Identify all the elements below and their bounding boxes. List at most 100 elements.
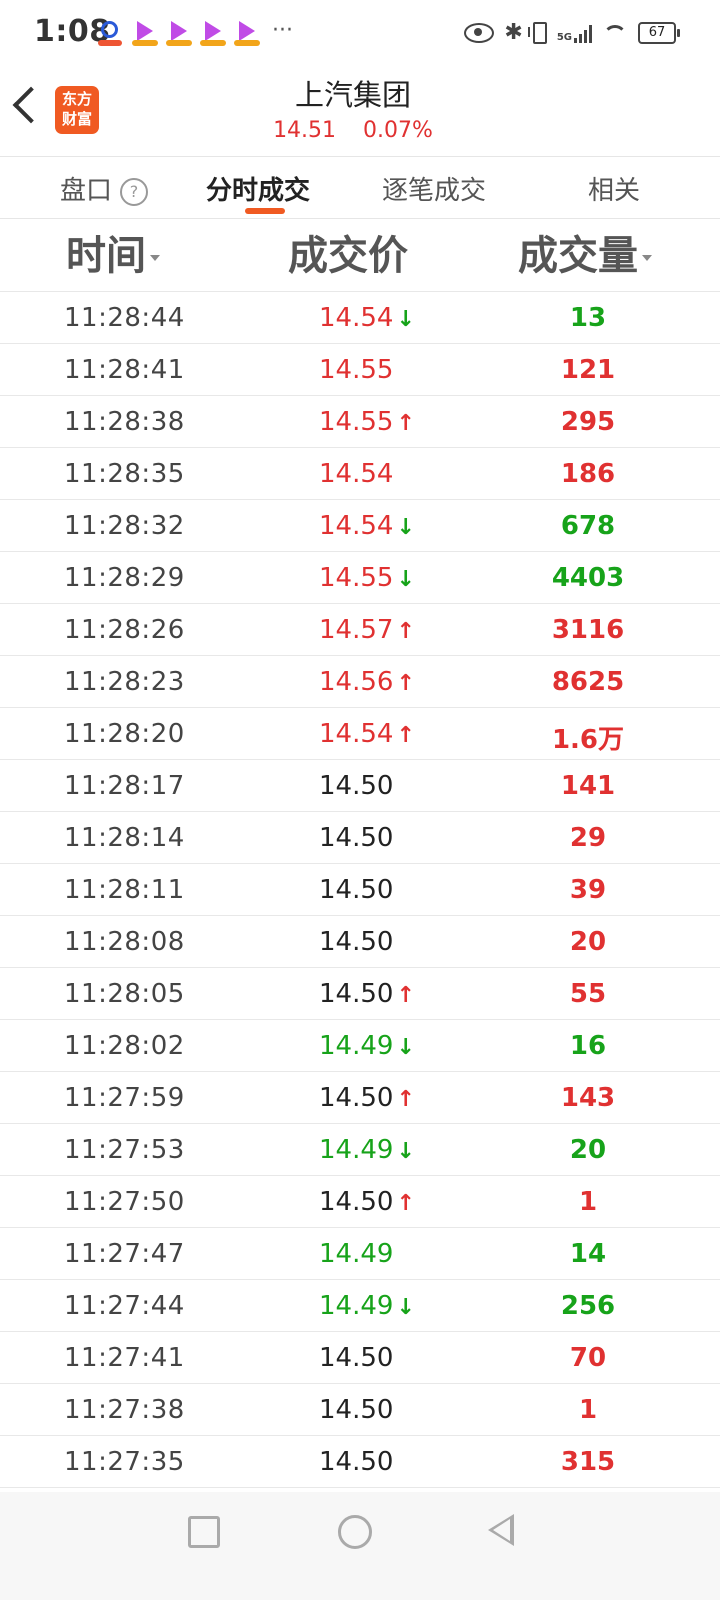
vibrate-icon bbox=[527, 21, 547, 44]
trade-time: 11:27:38 bbox=[64, 1395, 185, 1425]
system-icons: ✱ 5G 67 bbox=[464, 20, 680, 45]
bluetooth-icon: ✱ bbox=[504, 20, 523, 45]
table-row[interactable]: 11:28:23 14.56 ↑ 8625 bbox=[0, 656, 720, 708]
table-row[interactable]: 11:28:02 14.49 ↓ 16 bbox=[0, 1020, 720, 1072]
recent-apps-icon[interactable] bbox=[188, 1516, 220, 1548]
trade-price-cell: 14.50 bbox=[319, 1343, 439, 1373]
trade-time: 11:28:02 bbox=[64, 1031, 185, 1061]
trade-volume: 141 bbox=[560, 771, 616, 801]
trades-list[interactable]: 11:28:4714.5434211:28:4414.54↓1311:28:41… bbox=[0, 265, 720, 1492]
status-bar: 1:08 ··· ✱ 5G 67 bbox=[0, 0, 720, 66]
table-row[interactable]: 11:28:20 14.54 ↑ 1.6万 bbox=[0, 708, 720, 760]
trade-price: 14.50 bbox=[319, 875, 394, 905]
trade-price-cell: 14.50 bbox=[319, 823, 439, 853]
arrow-up-icon: ↑ bbox=[396, 723, 415, 748]
table-row[interactable]: 11:27:50 14.50 ↑ 1 bbox=[0, 1176, 720, 1228]
trade-time: 11:27:50 bbox=[64, 1187, 185, 1217]
table-row[interactable]: 11:28:38 14.55 ↑ 295 bbox=[0, 396, 720, 448]
trade-price: 14.57 bbox=[319, 615, 394, 645]
video-app-icon bbox=[200, 20, 226, 46]
more-notifications-icon: ··· bbox=[272, 17, 293, 43]
table-row[interactable]: 11:27:38 14.50 1 bbox=[0, 1384, 720, 1436]
trade-time: 11:28:20 bbox=[64, 719, 185, 749]
trade-volume: 1.6万 bbox=[551, 725, 625, 755]
home-icon[interactable] bbox=[338, 1515, 372, 1549]
trade-volume: 1 bbox=[578, 1187, 598, 1217]
tab-time-trades[interactable]: 分时成交 bbox=[206, 170, 310, 207]
trade-time: 11:28:17 bbox=[64, 771, 185, 801]
trade-time: 11:28:08 bbox=[64, 927, 185, 957]
trade-time: 11:28:38 bbox=[64, 407, 185, 437]
column-header-time-label: 时间 bbox=[66, 233, 146, 279]
table-row[interactable]: 11:27:59 14.50 ↑ 143 bbox=[0, 1072, 720, 1124]
help-icon[interactable]: ? bbox=[120, 177, 149, 206]
trade-volume: 16 bbox=[569, 1031, 607, 1061]
table-row[interactable]: 11:28:32 14.54 ↓ 678 bbox=[0, 500, 720, 552]
trade-volume: 3116 bbox=[551, 615, 625, 645]
trade-time: 11:28:41 bbox=[64, 355, 185, 385]
video-app-icon bbox=[166, 20, 192, 46]
table-row[interactable]: 11:28:44 14.54 ↓ 13 bbox=[0, 292, 720, 344]
tab-tick-trades[interactable]: 逐笔成交 bbox=[382, 170, 486, 207]
trade-volume: 256 bbox=[560, 1291, 616, 1321]
trade-price: 14.55 bbox=[319, 563, 394, 593]
table-row[interactable]: 11:27:53 14.49 ↓ 20 bbox=[0, 1124, 720, 1176]
table-row[interactable]: 11:28:17 14.50 141 bbox=[0, 760, 720, 812]
trade-volume: 29 bbox=[569, 823, 607, 853]
trade-time: 11:28:29 bbox=[64, 563, 185, 593]
table-row[interactable]: 11:27:47 14.49 14 bbox=[0, 1228, 720, 1280]
table-row[interactable]: 11:27:35 14.50 315 bbox=[0, 1436, 720, 1488]
active-tab-indicator bbox=[245, 208, 285, 214]
table-row[interactable]: 11:27:44 14.49 ↓ 256 bbox=[0, 1280, 720, 1332]
tab-order-book[interactable]: 盘口? bbox=[60, 170, 149, 207]
trade-volume: 13 bbox=[569, 303, 607, 333]
stock-header: 东方 财富 上汽集团 14.51 0.07% bbox=[0, 66, 720, 157]
column-headers: 时间 成交价 成交量 bbox=[0, 219, 720, 285]
eye-icon bbox=[464, 22, 495, 43]
trade-price-cell: 14.49 bbox=[319, 1239, 439, 1269]
system-nav-bar bbox=[0, 1492, 720, 1600]
table-row[interactable]: 11:27:41 14.50 70 bbox=[0, 1332, 720, 1384]
table-row[interactable]: 11:28:14 14.50 29 bbox=[0, 812, 720, 864]
trade-price: 14.54 bbox=[319, 511, 394, 541]
trade-volume: 186 bbox=[560, 459, 616, 489]
trade-price: 14.50 bbox=[319, 771, 394, 801]
column-header-time[interactable]: 时间 bbox=[66, 223, 160, 281]
trade-time: 11:27:59 bbox=[64, 1083, 185, 1113]
table-row[interactable]: 11:28:41 14.55 121 bbox=[0, 344, 720, 396]
table-row[interactable]: 11:28:08 14.50 20 bbox=[0, 916, 720, 968]
trade-time: 11:28:23 bbox=[64, 667, 185, 697]
trade-price-cell: 14.56 ↑ bbox=[319, 667, 439, 697]
trade-volume: 315 bbox=[560, 1447, 616, 1477]
stock-name: 上汽集团 bbox=[294, 78, 411, 112]
table-row[interactable]: 11:28:05 14.50 ↑ 55 bbox=[0, 968, 720, 1020]
back-nav-icon[interactable] bbox=[488, 1514, 514, 1546]
trade-price: 14.54 bbox=[319, 303, 394, 333]
column-header-price: 成交价 bbox=[288, 233, 408, 279]
trade-time: 11:28:35 bbox=[64, 459, 185, 489]
column-header-volume[interactable]: 成交量 bbox=[518, 223, 652, 281]
trade-volume: 20 bbox=[569, 927, 607, 957]
trade-price: 14.56 bbox=[319, 667, 394, 697]
table-row[interactable]: 11:28:35 14.54 186 bbox=[0, 448, 720, 500]
table-row[interactable]: 11:28:26 14.57 ↑ 3116 bbox=[0, 604, 720, 656]
arrow-up-icon: ↑ bbox=[396, 983, 415, 1008]
table-row[interactable]: 11:28:29 14.55 ↓ 4403 bbox=[0, 552, 720, 604]
trade-time: 11:28:14 bbox=[64, 823, 185, 853]
notification-icons: ··· bbox=[98, 17, 293, 46]
trade-price-cell: 14.57 ↑ bbox=[319, 615, 439, 645]
trade-time: 11:27:47 bbox=[64, 1239, 185, 1269]
trade-price: 14.49 bbox=[319, 1291, 394, 1321]
trade-time: 11:28:26 bbox=[64, 615, 185, 645]
table-row[interactable]: 11:28:11 14.50 39 bbox=[0, 864, 720, 916]
trade-price-cell: 14.50 ↑ bbox=[319, 1083, 439, 1113]
stock-change-pct: 0.07% bbox=[363, 118, 433, 143]
trade-time: 11:27:44 bbox=[64, 1291, 185, 1321]
trade-price-cell: 14.54 bbox=[319, 459, 439, 489]
sort-caret-icon bbox=[642, 255, 652, 261]
trade-price-cell: 14.55 ↓ bbox=[319, 563, 439, 593]
trade-volume: 295 bbox=[560, 407, 616, 437]
arrow-down-icon: ↓ bbox=[396, 1139, 415, 1164]
baidu-app-icon bbox=[98, 20, 122, 46]
tab-related[interactable]: 相关 bbox=[588, 170, 640, 207]
